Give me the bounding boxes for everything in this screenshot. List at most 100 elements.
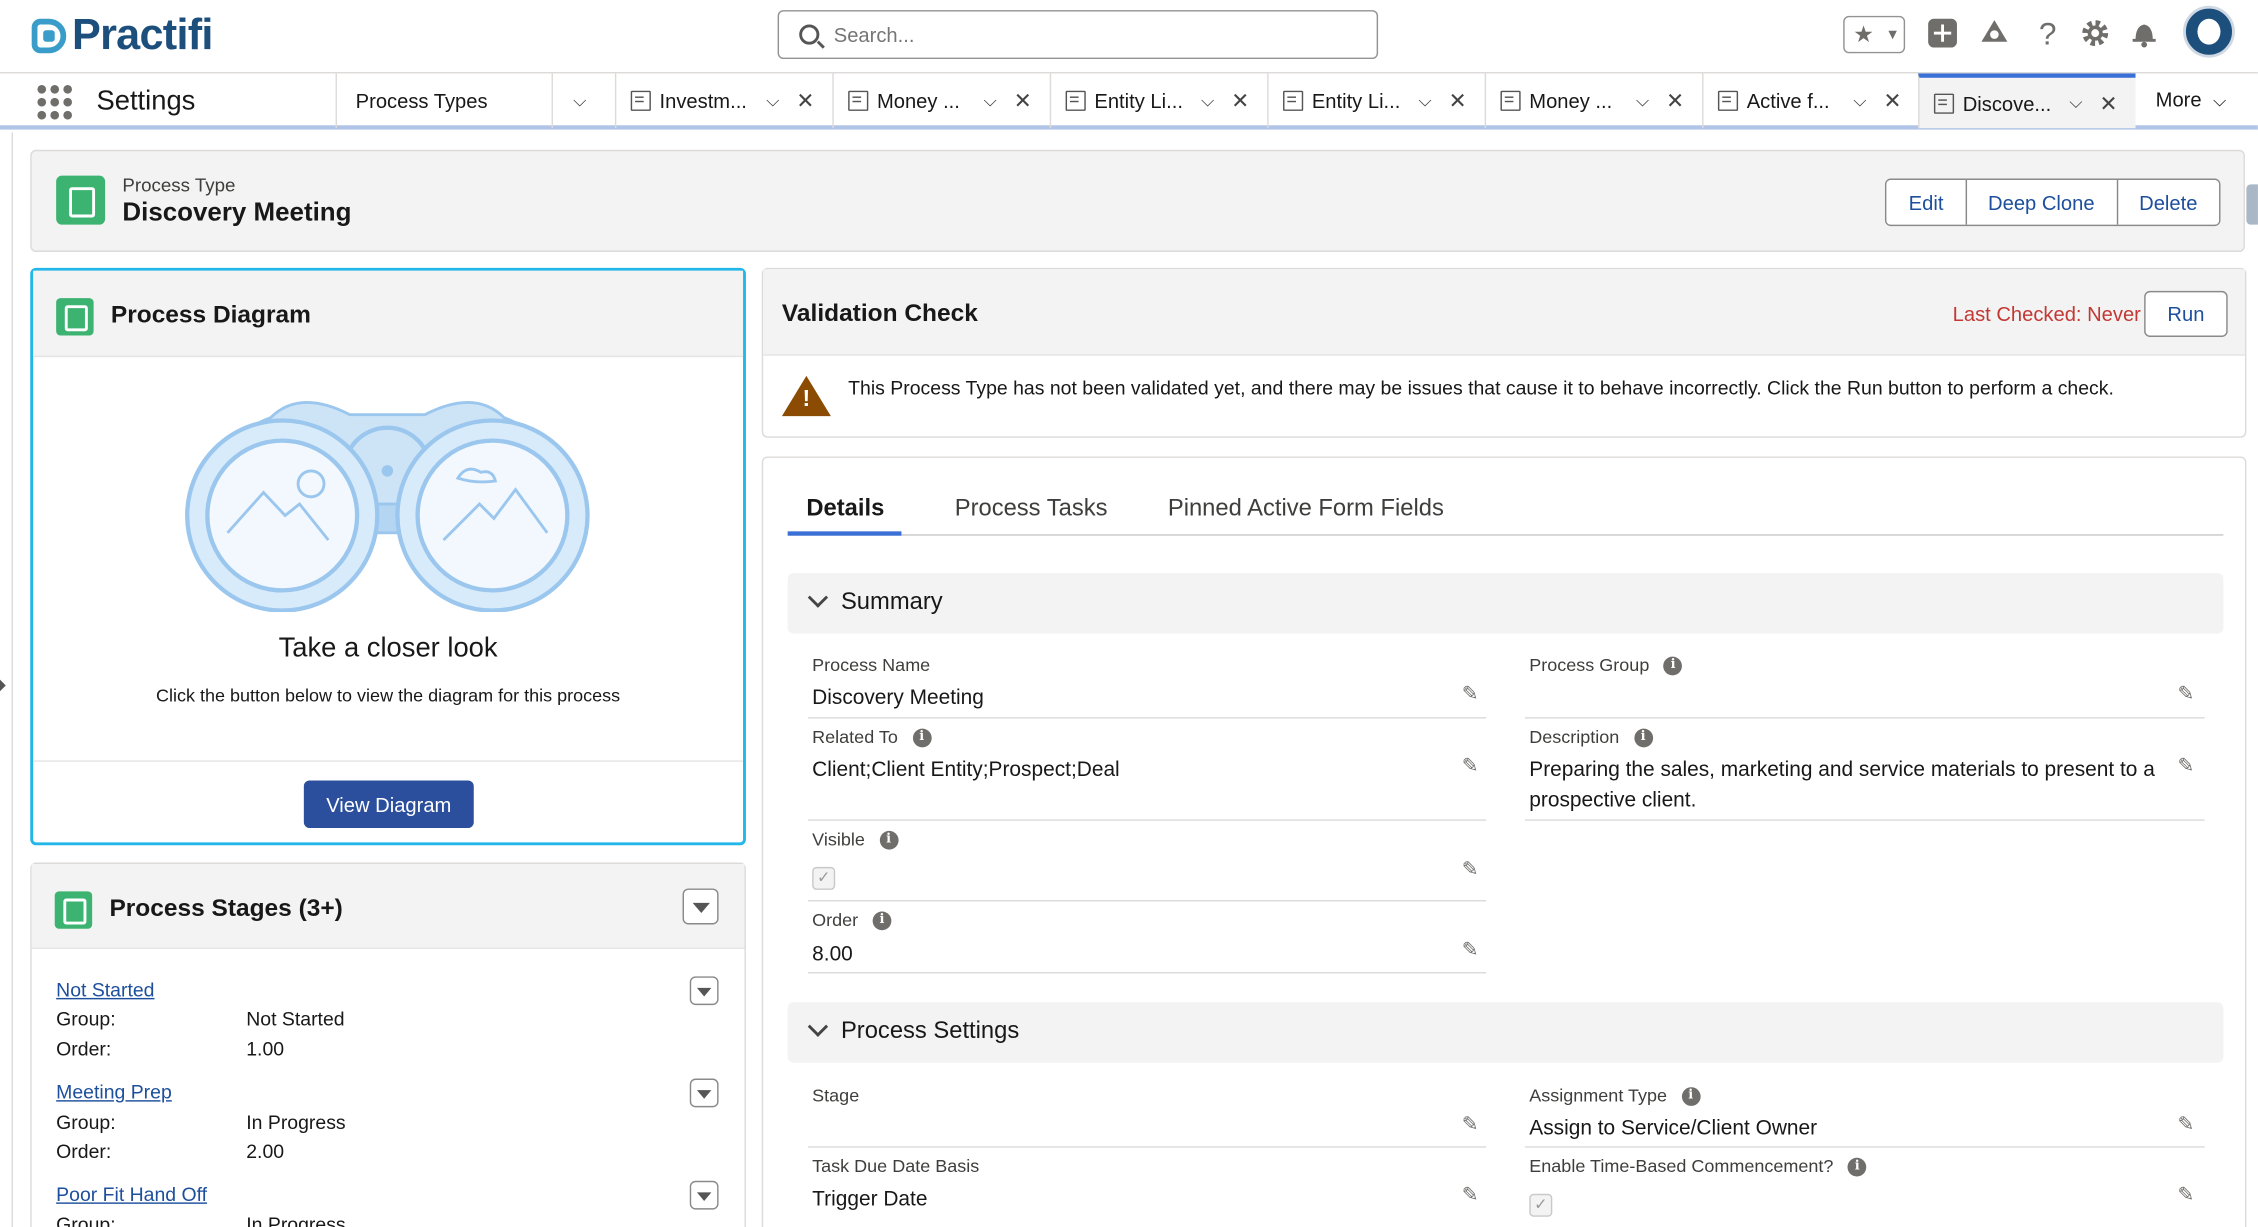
tab-discovery-active[interactable]: Discove... ⌵ ✕ bbox=[1918, 73, 2136, 129]
view-diagram-button[interactable]: View Diagram bbox=[303, 780, 474, 829]
stage-menu-button[interactable] bbox=[689, 1180, 719, 1210]
stage-link-poor-fit-hand-off[interactable]: Poor Fit Hand Off bbox=[56, 1184, 207, 1206]
chevron-down-icon[interactable]: ⌵ bbox=[984, 90, 997, 112]
deep-clone-button[interactable]: Deep Clone bbox=[1965, 180, 2117, 225]
bell-icon[interactable] bbox=[2127, 17, 2162, 52]
close-icon[interactable]: ✕ bbox=[1884, 88, 1902, 113]
card-header: Process Diagram bbox=[33, 270, 744, 358]
order-label: Order i bbox=[812, 910, 892, 930]
stage-link-not-started[interactable]: Not Started bbox=[56, 979, 154, 1001]
chevron-down-icon[interactable]: ⌵ bbox=[1853, 90, 1866, 112]
task-due-date-basis-label: Task Due Date Basis bbox=[812, 1156, 980, 1177]
stage-label: Stage bbox=[812, 1085, 860, 1106]
help-icon[interactable]: ? bbox=[2030, 17, 2065, 52]
utility-panel-toggle[interactable] bbox=[2246, 184, 2258, 225]
edit-pencil-icon[interactable]: ✎ bbox=[2176, 755, 2196, 775]
edit-pencil-icon[interactable]: ✎ bbox=[2176, 683, 2196, 703]
tab-entity-li-2[interactable]: Entity Li... ⌵ ✕ bbox=[1267, 73, 1484, 129]
stage-menu-button[interactable] bbox=[689, 976, 719, 1006]
edit-pencil-icon[interactable]: ✎ bbox=[1460, 1184, 1480, 1204]
close-icon[interactable]: ✕ bbox=[1449, 88, 1467, 113]
tab-active-f[interactable]: Active f... ⌵ ✕ bbox=[1702, 73, 1918, 129]
stage-order-value: 2.00 bbox=[246, 1140, 285, 1163]
edit-pencil-icon[interactable]: ✎ bbox=[1460, 858, 1480, 878]
chevron-down-icon[interactable]: ▼ bbox=[1885, 27, 1899, 43]
chevron-down-icon[interactable]: ⌵ bbox=[1201, 90, 1214, 112]
visible-checkbox: ✓ bbox=[812, 866, 836, 890]
chevron-down-icon[interactable]: ⌵ bbox=[766, 90, 779, 112]
process-diagram-card: Process Diagram Take a closer look Click… bbox=[30, 267, 746, 846]
stage-link-meeting-prep[interactable]: Meeting Prep bbox=[56, 1081, 172, 1103]
run-button[interactable]: Run bbox=[2144, 290, 2228, 337]
chevron-down-icon[interactable]: ⌵ bbox=[1418, 90, 1431, 112]
edit-pencil-icon[interactable]: ✎ bbox=[1460, 755, 1480, 775]
edit-pencil-icon[interactable]: ✎ bbox=[2176, 1113, 2196, 1133]
close-icon[interactable]: ✕ bbox=[1014, 88, 1032, 113]
chevron-down-icon[interactable]: ⌵ bbox=[2069, 92, 2082, 114]
navigation-bar: Settings Process Types ⌵ Investm... ⌵ ✕ … bbox=[0, 72, 2258, 130]
process-stages-icon bbox=[54, 891, 93, 929]
validation-message: This Process Type has not been validated… bbox=[848, 377, 2114, 399]
tab-process-types[interactable]: Process Types bbox=[335, 73, 552, 129]
diagram-subtext: Click the button below to view the diagr… bbox=[155, 685, 621, 706]
info-icon[interactable]: i bbox=[1681, 1086, 1701, 1106]
info-icon[interactable]: i bbox=[1663, 655, 1683, 675]
info-icon[interactable]: i bbox=[1847, 1157, 1867, 1176]
edit-button[interactable]: Edit bbox=[1887, 180, 1966, 225]
tab-overflow-button[interactable]: ⌵ bbox=[551, 73, 615, 129]
record-icon bbox=[1065, 90, 1086, 111]
close-icon[interactable]: ✕ bbox=[2100, 90, 2118, 115]
process-settings-section-header[interactable]: Process Settings bbox=[787, 1002, 2224, 1063]
process-name-value: Discovery Meeting bbox=[812, 686, 984, 710]
record-title: Discovery Meeting bbox=[122, 197, 352, 227]
tab-money-1[interactable]: Money ... ⌵ ✕ bbox=[832, 73, 1049, 129]
order-value: 8.00 bbox=[812, 943, 853, 967]
assignment-type-value: Assign to Service/Client Owner bbox=[1529, 1117, 1818, 1141]
card-title: Process Stages (3+) bbox=[109, 894, 343, 922]
record-header: Process Type Discovery Meeting Edit Deep… bbox=[30, 149, 2245, 253]
search-input[interactable] bbox=[833, 23, 1353, 47]
diagram-heading: Take a closer look bbox=[278, 633, 498, 664]
info-icon[interactable]: i bbox=[879, 830, 898, 849]
global-search[interactable] bbox=[777, 10, 1379, 60]
info-icon[interactable]: i bbox=[1633, 727, 1653, 747]
global-actions-icon[interactable] bbox=[1925, 17, 1960, 52]
tab-investm[interactable]: Investm... ⌵ ✕ bbox=[614, 73, 832, 129]
edit-pencil-icon[interactable]: ✎ bbox=[1460, 939, 1480, 959]
delete-button[interactable]: Delete bbox=[2116, 180, 2220, 225]
tab-details[interactable]: Details bbox=[806, 495, 884, 522]
summary-section-header[interactable]: Summary bbox=[787, 573, 2224, 634]
tab-entity-li-1[interactable]: Entity Li... ⌵ ✕ bbox=[1049, 73, 1267, 129]
close-icon[interactable]: ✕ bbox=[796, 88, 814, 113]
record-type-label: Process Type bbox=[122, 174, 236, 196]
card-title: Process Diagram bbox=[110, 300, 311, 329]
more-tabs-button[interactable]: More ⌵ bbox=[2156, 88, 2226, 112]
info-icon[interactable]: i bbox=[872, 910, 892, 930]
app-launcher-icon[interactable] bbox=[37, 84, 72, 120]
assignment-type-label: Assignment Type i bbox=[1529, 1086, 1701, 1106]
card-menu-button[interactable] bbox=[682, 888, 719, 925]
practifi-logo[interactable]: Practifi bbox=[31, 12, 213, 61]
time-based-commencement-label: Enable Time-Based Commencement? i bbox=[1529, 1156, 1867, 1176]
search-icon bbox=[799, 24, 820, 45]
user-avatar[interactable] bbox=[2183, 5, 2235, 58]
edit-pencil-icon[interactable]: ✎ bbox=[2176, 1184, 2196, 1204]
gear-icon[interactable] bbox=[2078, 17, 2113, 52]
close-icon[interactable]: ✕ bbox=[1666, 88, 1684, 113]
chevron-down-icon[interactable]: ⌵ bbox=[1636, 90, 1649, 112]
record-icon bbox=[1933, 92, 1955, 114]
edit-pencil-icon[interactable]: ✎ bbox=[1460, 1113, 1480, 1133]
info-icon[interactable]: i bbox=[912, 727, 932, 747]
tab-pinned-active-form-fields[interactable]: Pinned Active Form Fields bbox=[1168, 495, 1444, 522]
tab-money-2[interactable]: Money ... ⌵ ✕ bbox=[1484, 73, 1702, 129]
panel-expand-icon[interactable] bbox=[0, 679, 6, 692]
tab-process-tasks[interactable]: Process Tasks bbox=[955, 495, 1108, 522]
favorites-button[interactable]: ★ ▼ bbox=[1843, 15, 1906, 54]
trailhead-icon[interactable] bbox=[1977, 17, 2012, 52]
stage-menu-button[interactable] bbox=[689, 1078, 719, 1108]
process-diagram-icon bbox=[56, 298, 94, 336]
edit-pencil-icon[interactable]: ✎ bbox=[1460, 683, 1480, 703]
related-to-value: Client;Client Entity;Prospect;Deal bbox=[812, 758, 1120, 782]
divider bbox=[33, 760, 744, 762]
close-icon[interactable]: ✕ bbox=[1231, 88, 1249, 113]
